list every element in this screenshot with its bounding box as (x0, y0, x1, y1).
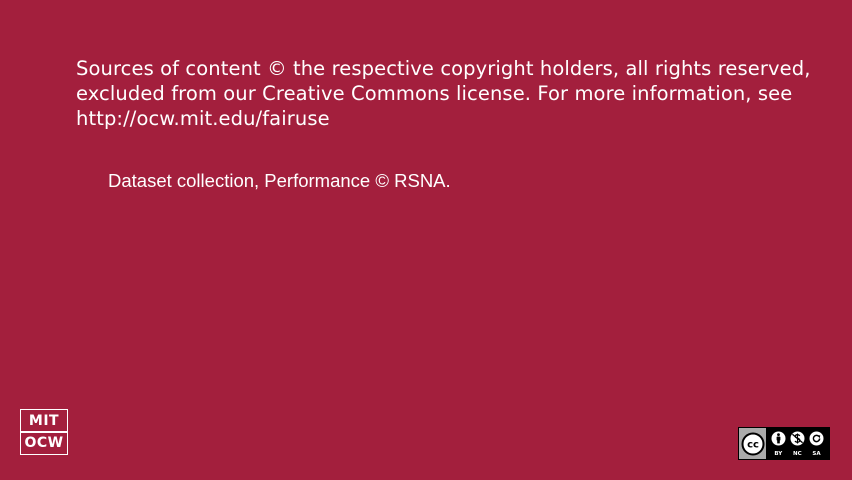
cc-terms-area: BY NC SA (766, 428, 829, 459)
person-icon (770, 430, 787, 447)
share-alike-icon (808, 430, 825, 447)
logo-line-ocw: OCW (24, 435, 64, 452)
cc-icon: cc (741, 432, 764, 455)
copyright-notice: Sources of content © the respective copy… (76, 57, 811, 130)
dataset-attribution: Dataset collection, Performance © RSNA. (108, 170, 451, 191)
mit-ocw-logo[interactable]: MIT OCW (20, 409, 68, 455)
cc-label-nc: NC (793, 451, 802, 457)
logo-line-mit: MIT (28, 412, 60, 429)
cc-label-sa: SA (812, 451, 821, 457)
cc-term-labels: BY NC SA (769, 451, 826, 458)
cc-term-icons (769, 430, 826, 447)
cc-label-by: BY (774, 451, 783, 457)
cc-logo-area: cc (739, 428, 766, 459)
no-dollar-icon (789, 430, 806, 447)
cc-text: cc (747, 439, 759, 450)
creative-commons-badge[interactable]: cc BY NC SA (738, 427, 830, 460)
